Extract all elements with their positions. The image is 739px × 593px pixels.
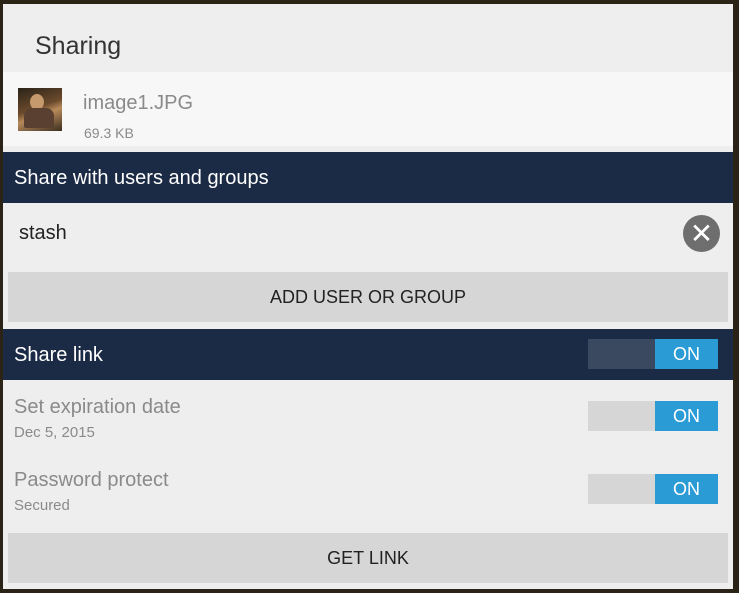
share-users-header-label: Share with users and groups bbox=[14, 167, 269, 189]
password-status: Secured bbox=[14, 497, 70, 514]
get-link-button[interactable]: GET LINK bbox=[8, 533, 728, 583]
password-toggle[interactable]: ON bbox=[588, 474, 718, 504]
share-link-toggle[interactable]: ON bbox=[588, 339, 718, 369]
share-users-header: Share with users and groups bbox=[3, 152, 733, 203]
user-name: stash bbox=[19, 222, 67, 244]
expiration-label: Set expiration date bbox=[14, 396, 181, 418]
share-link-header: Share link ON bbox=[3, 329, 733, 380]
file-name: image1.JPG bbox=[83, 92, 194, 114]
close-icon: ✕ bbox=[689, 217, 714, 250]
file-size: 69.3 KB bbox=[84, 125, 134, 141]
image-thumbnail bbox=[18, 88, 62, 131]
remove-user-button[interactable]: ✕ bbox=[683, 215, 720, 252]
add-user-or-group-button[interactable]: ADD USER OR GROUP bbox=[8, 272, 728, 322]
file-row: image1.JPG 69.3 KB bbox=[3, 72, 733, 146]
share-link-header-label: Share link bbox=[14, 344, 103, 366]
sharing-dialog: Sharing image1.JPG 69.3 KB Share with us… bbox=[3, 4, 733, 589]
password-toggle-knob: ON bbox=[655, 474, 718, 504]
expiration-toggle-knob: ON bbox=[655, 401, 718, 431]
share-link-toggle-knob: ON bbox=[655, 339, 718, 369]
expiration-toggle[interactable]: ON bbox=[588, 401, 718, 431]
expiration-date: Dec 5, 2015 bbox=[14, 424, 95, 441]
dialog-title: Sharing bbox=[35, 32, 122, 60]
user-row: stash ✕ bbox=[3, 203, 733, 267]
password-label: Password protect bbox=[14, 469, 169, 491]
